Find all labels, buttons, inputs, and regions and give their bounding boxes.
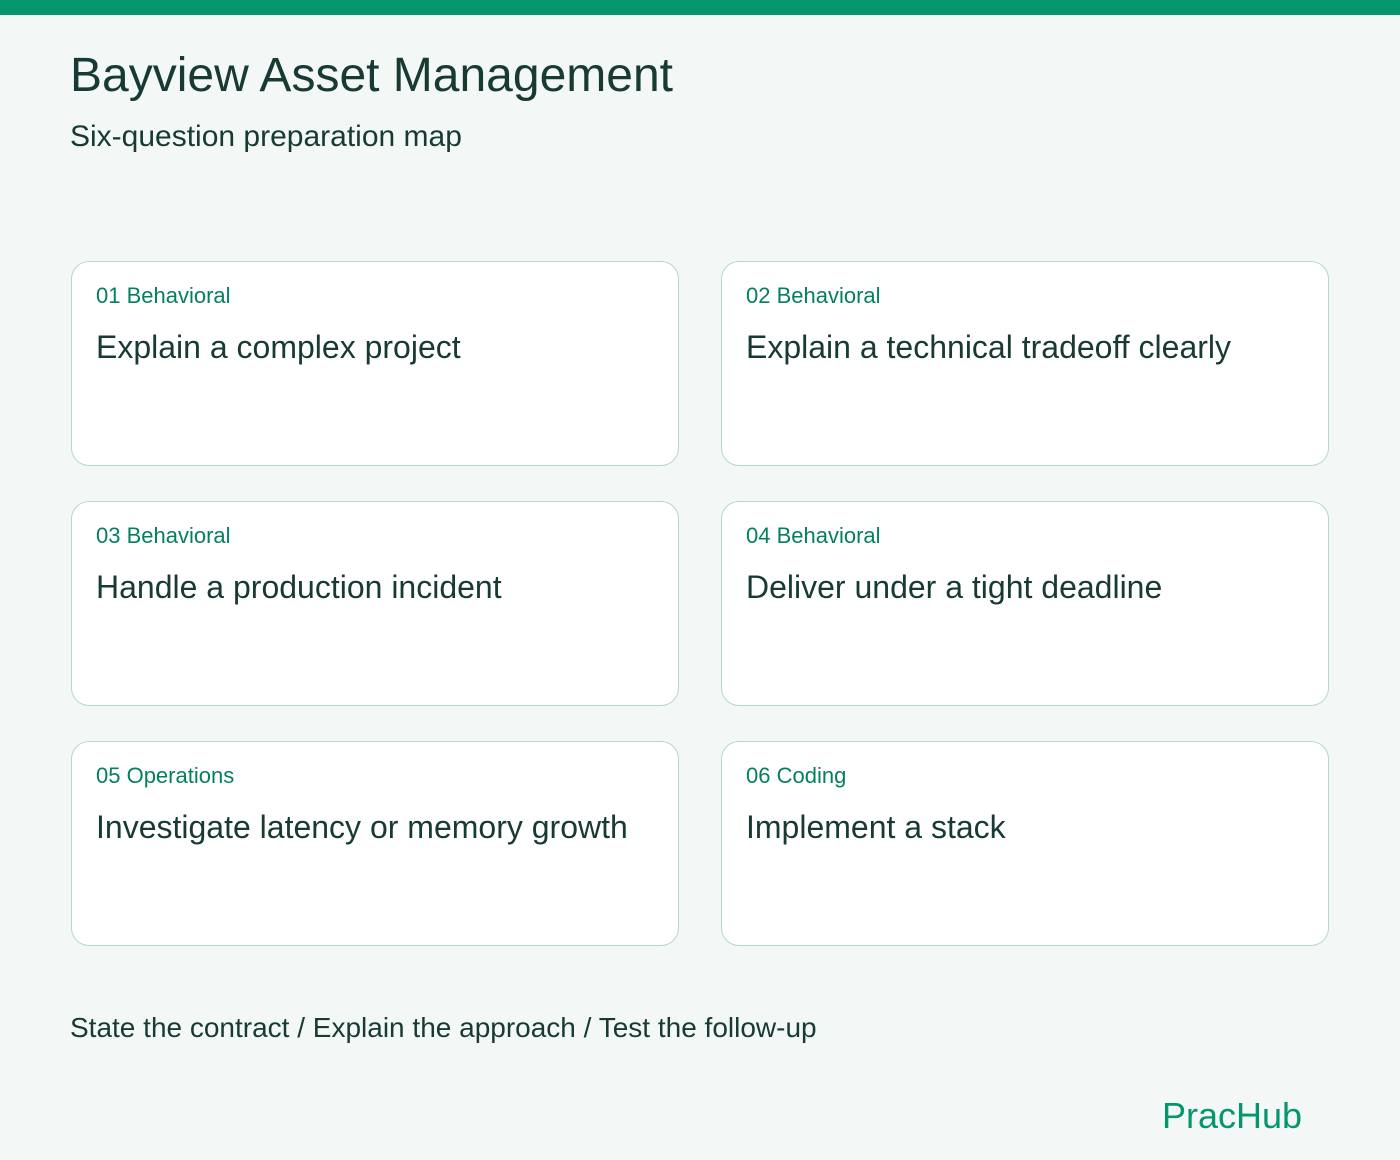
question-card-06[interactable]: 06 Coding Implement a stack — [721, 741, 1329, 946]
question-card-03[interactable]: 03 Behavioral Handle a production incide… — [71, 501, 679, 706]
brand-logo: PracHub — [1161, 1095, 1302, 1136]
page-subtitle: Six-question preparation map — [70, 120, 462, 153]
question-title: Explain a technical tradeoff clearly — [746, 329, 1232, 365]
question-tag: 01 Behavioral — [96, 283, 231, 308]
question-card-05[interactable]: 05 Operations Investigate latency or mem… — [71, 741, 679, 946]
page-title: Bayview Asset Management — [70, 49, 673, 102]
question-title: Investigate latency or memory growth — [96, 809, 628, 845]
question-tag: 03 Behavioral — [96, 523, 231, 548]
question-tag: 06 Coding — [746, 763, 847, 788]
question-card-04[interactable]: 04 Behavioral Deliver under a tight dead… — [721, 501, 1329, 706]
question-tag: 02 Behavioral — [746, 283, 881, 308]
top-accent-bar — [0, 0, 1400, 15]
question-title: Implement a stack — [746, 809, 1006, 845]
question-tag: 04 Behavioral — [746, 523, 881, 548]
question-title: Explain a complex project — [96, 329, 461, 365]
question-tag: 05 Operations — [96, 763, 235, 788]
footer-note: State the contract / Explain the approac… — [70, 1012, 817, 1043]
question-title: Handle a production incident — [96, 569, 502, 605]
question-card-02[interactable]: 02 Behavioral Explain a technical tradeo… — [721, 261, 1329, 466]
question-card-01[interactable]: 01 Behavioral Explain a complex project — [71, 261, 679, 466]
question-title: Deliver under a tight deadline — [746, 569, 1163, 605]
